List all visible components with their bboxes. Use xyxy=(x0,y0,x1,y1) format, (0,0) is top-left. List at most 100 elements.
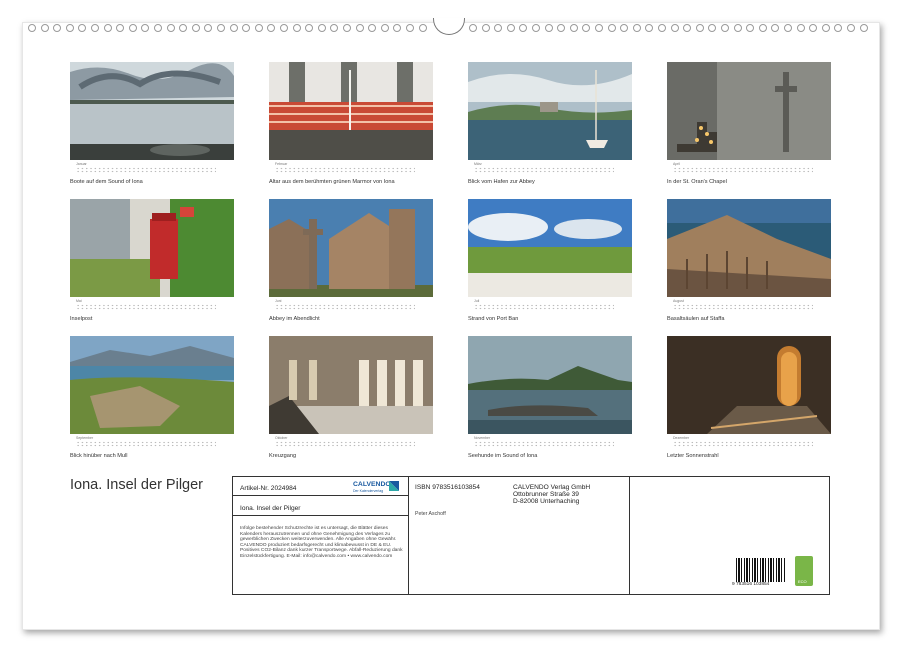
binding-ring xyxy=(129,24,137,32)
legal-notice: Infolge bestehender Schutzrechte ist es … xyxy=(240,526,405,560)
calvendo-logo: CALVENDO xyxy=(353,481,391,488)
photo-april xyxy=(667,62,831,160)
binding-ring xyxy=(419,24,427,32)
day-grid xyxy=(474,304,614,310)
month-grid: April xyxy=(667,162,831,174)
binding-ring xyxy=(116,24,124,32)
binding-ring xyxy=(759,24,767,32)
photo-caption: Strand von Port Ban xyxy=(468,316,518,322)
photo-caption: Inselpost xyxy=(70,316,92,322)
day-grid xyxy=(673,304,813,310)
photo-january xyxy=(70,62,234,160)
binding-ring xyxy=(746,24,754,32)
binding-ring xyxy=(230,24,238,32)
day-grid xyxy=(474,167,614,173)
binding-ring xyxy=(53,24,61,32)
day-grid xyxy=(673,167,813,173)
binding-ring xyxy=(519,24,527,32)
binding-ring xyxy=(330,24,338,32)
binding-ring xyxy=(860,24,868,32)
photo-october xyxy=(269,336,433,434)
day-grid xyxy=(275,304,415,310)
binding-ring xyxy=(406,24,414,32)
binding-ring xyxy=(633,24,641,32)
binding-ring xyxy=(154,24,162,32)
day-grid xyxy=(275,167,415,173)
month-grid: August xyxy=(667,299,831,311)
month-grid: Februar xyxy=(269,162,433,174)
binding-ring xyxy=(809,24,817,32)
photo-caption: Boote auf dem Sound of Iona xyxy=(70,179,143,185)
month-grid: September xyxy=(70,436,234,448)
binding-ring xyxy=(834,24,842,32)
month-grid: Juni xyxy=(269,299,433,311)
binding-ring xyxy=(708,24,716,32)
author: Peter Aschoff xyxy=(415,512,446,518)
binding-ring xyxy=(41,24,49,32)
binding-ring xyxy=(532,24,540,32)
photo-july xyxy=(468,199,632,297)
day-grid xyxy=(76,167,216,173)
binding-ring xyxy=(645,24,653,32)
month-name: Mai xyxy=(76,299,82,303)
binding-ring xyxy=(255,24,263,32)
photo-june xyxy=(269,199,433,297)
binding-ring xyxy=(179,24,187,32)
month-name: September xyxy=(76,436,93,440)
binding-ring xyxy=(368,24,376,32)
month-name: März xyxy=(474,162,482,166)
month-name: April xyxy=(673,162,680,166)
calendar-subtitle: Iona. Insel der Pilger xyxy=(240,505,300,512)
binding-ring xyxy=(545,24,553,32)
binding-ring xyxy=(91,24,99,32)
binding-ring xyxy=(595,24,603,32)
calendar-title: Iona. Insel der Pilger xyxy=(70,478,210,493)
binding-ring xyxy=(847,24,855,32)
binding-ring xyxy=(557,24,565,32)
photo-september xyxy=(70,336,234,434)
month-grid: Dezember xyxy=(667,436,831,448)
binding-ring xyxy=(822,24,830,32)
photo-caption: Abbey im Abendlicht xyxy=(269,316,320,322)
photo-december xyxy=(667,336,831,434)
month-name: Januar xyxy=(76,162,87,166)
photo-march xyxy=(468,62,632,160)
photo-caption: In der St. Oran's Chapel xyxy=(667,179,727,185)
binding-ring xyxy=(721,24,729,32)
photo-caption: Kreuzgang xyxy=(269,453,296,459)
binding-ring xyxy=(293,24,301,32)
month-grid: Oktober xyxy=(269,436,433,448)
month-name: August xyxy=(673,299,684,303)
binding-ring xyxy=(381,24,389,32)
binding-ring xyxy=(620,24,628,32)
binding-ring xyxy=(784,24,792,32)
binding-ring xyxy=(771,24,779,32)
binding-ring xyxy=(217,24,225,32)
binding-ring xyxy=(469,24,477,32)
month-name: Dezember xyxy=(673,436,689,440)
month-grid: Juli xyxy=(468,299,632,311)
binding-ring xyxy=(582,24,590,32)
month-grid: Januar xyxy=(70,162,234,174)
day-grid xyxy=(76,304,216,310)
binding-ring xyxy=(28,24,36,32)
photo-caption: Seehunde im Sound of Iona xyxy=(468,453,537,459)
binding-ring xyxy=(141,24,149,32)
binding-ring xyxy=(192,24,200,32)
binding-ring xyxy=(280,24,288,32)
photo-may xyxy=(70,199,234,297)
photo-caption: Letzter Sonnenstrahl xyxy=(667,453,719,459)
photo-caption: Blick vom Hafen zur Abbey xyxy=(468,179,535,185)
photo-caption: Blick hinüber nach Mull xyxy=(70,453,128,459)
binding-ring xyxy=(242,24,250,32)
binding-ring xyxy=(78,24,86,32)
binding-ring xyxy=(66,24,74,32)
day-grid xyxy=(76,441,216,447)
binding-ring xyxy=(570,24,578,32)
calvendo-tagline: Der Kalenderverlag xyxy=(353,489,383,493)
month-grid: November xyxy=(468,436,632,448)
month-name: Februar xyxy=(275,162,287,166)
eco-label-text: ECO xyxy=(798,579,807,584)
binding-ring xyxy=(482,24,490,32)
binding-ring xyxy=(671,24,679,32)
